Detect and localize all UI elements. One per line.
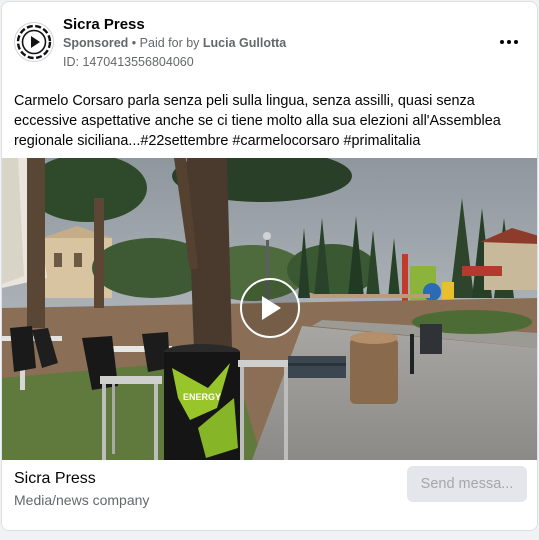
sicra-press-logo-icon — [16, 24, 52, 60]
send-message-button[interactable]: Send messa... — [407, 466, 527, 502]
footer-category: Media/news company — [14, 492, 150, 508]
drum-brand-text: ENERGY — [183, 392, 221, 402]
sponsored-label: Sponsored — [63, 36, 129, 50]
post-caption: Carmelo Corsaro parla senza peli sulla l… — [14, 93, 501, 149]
paid-for-prefix: Paid for by — [139, 36, 200, 50]
ad-id: ID: 1470413556804060 — [63, 55, 194, 69]
post-header: Sicra Press Sponsored • Paid for by Luci… — [2, 2, 537, 82]
ad-card: Sicra Press Sponsored • Paid for by Luci… — [1, 1, 538, 531]
more-horizontal-icon — [500, 40, 518, 44]
sponsored-line: Sponsored • Paid for by Lucia Gullotta — [63, 36, 286, 50]
footer-page-name[interactable]: Sicra Press — [14, 470, 96, 488]
page-name[interactable]: Sicra Press — [63, 16, 145, 33]
play-button[interactable] — [240, 278, 300, 338]
video-thumbnail[interactable]: ENERGY — [2, 158, 537, 460]
page-avatar[interactable] — [14, 22, 54, 62]
play-icon — [262, 296, 281, 320]
separator: • — [131, 36, 137, 50]
more-options-button[interactable] — [497, 30, 521, 54]
paid-for-name: Lucia Gullotta — [202, 36, 287, 50]
ad-footer: Sicra Press Media/news company Send mess… — [2, 460, 537, 530]
